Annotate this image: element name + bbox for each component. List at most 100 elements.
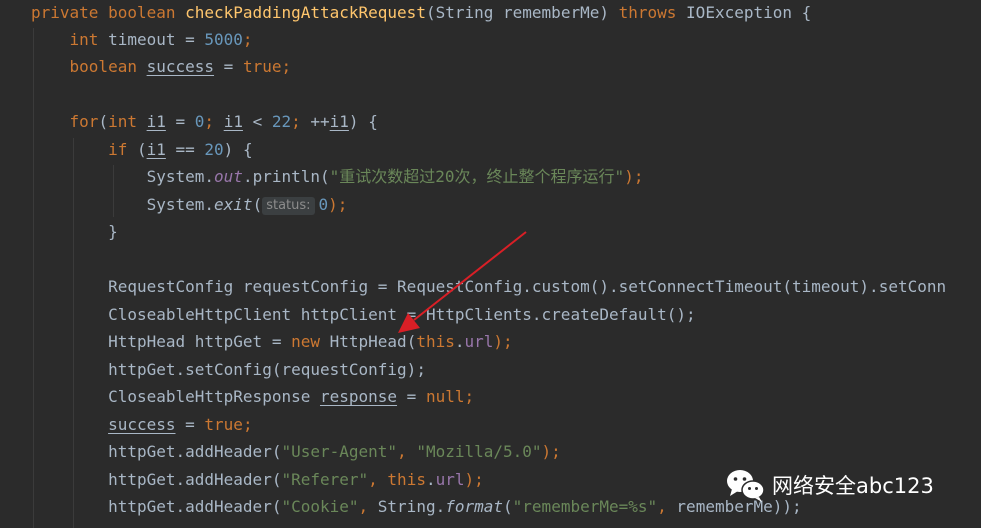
code-token: ; bbox=[291, 112, 311, 131]
code-token: 5000 bbox=[204, 30, 243, 49]
code-token: System. bbox=[31, 195, 215, 214]
code-token: "User-Agent" bbox=[281, 442, 398, 461]
code-token: == bbox=[165, 140, 205, 159]
code-token: i1 bbox=[223, 112, 243, 131]
code-token: int bbox=[108, 112, 147, 131]
code-token: System. bbox=[31, 167, 215, 186]
code-token: httpGet.addHeader( bbox=[31, 442, 282, 461]
code-token: ( bbox=[252, 195, 263, 214]
code-token: ); bbox=[464, 470, 484, 489]
code-token: this bbox=[387, 470, 426, 489]
code-token: null bbox=[425, 387, 465, 406]
code-token: 20 bbox=[204, 140, 224, 159]
code-token: httpGet.addHeader( bbox=[31, 470, 282, 489]
code-token: ) { bbox=[223, 140, 253, 159]
code-token: . bbox=[454, 332, 465, 351]
code-token: success bbox=[108, 415, 176, 434]
code-token: } bbox=[31, 222, 118, 241]
code-token: ( bbox=[136, 140, 147, 159]
code-token: ( bbox=[503, 497, 513, 516]
code-token: private boolean bbox=[31, 3, 186, 22]
code-token: ; bbox=[464, 387, 475, 406]
code-token: 0 bbox=[194, 112, 205, 131]
code-token: .println( bbox=[242, 167, 330, 186]
code-token: = bbox=[165, 112, 195, 131]
code-line[interactable]: HttpHead httpGet = new HttpHead(this.url… bbox=[31, 328, 513, 355]
code-token: url bbox=[435, 470, 465, 489]
code-token: boolean bbox=[69, 57, 147, 76]
code-token: this bbox=[416, 332, 455, 351]
code-line[interactable]: boolean success = true; bbox=[31, 53, 292, 80]
code-token: CloseableHttpClient httpClient = HttpCli… bbox=[31, 305, 696, 324]
code-token: out bbox=[214, 167, 243, 186]
code-token: throws bbox=[618, 3, 687, 22]
code-line[interactable]: System.out.println("重试次数超过20次，终止整个程序运行")… bbox=[31, 163, 644, 190]
code-line[interactable]: success = true; bbox=[31, 411, 253, 438]
code-token: timeout = bbox=[108, 30, 205, 49]
code-token: i1 bbox=[329, 112, 349, 131]
code-token: ; bbox=[242, 415, 253, 434]
code-token: , bbox=[358, 497, 378, 516]
code-token: response bbox=[319, 387, 398, 406]
parameter-hint: status: bbox=[262, 197, 315, 215]
code-token: httpGet.addHeader( bbox=[31, 497, 282, 516]
code-token: httpGet.setConfig(requestConfig); bbox=[31, 360, 426, 379]
code-token: . bbox=[425, 470, 436, 489]
code-line[interactable]: if (i1 == 20) { bbox=[31, 136, 253, 163]
code-line[interactable]: httpGet.addHeader("Referer", this.url); bbox=[31, 466, 484, 493]
code-token: ); bbox=[541, 442, 561, 461]
code-token: exit bbox=[214, 195, 253, 214]
code-token: ; bbox=[281, 57, 292, 76]
code-line[interactable]: for(int i1 = 0; i1 < 22; ++i1) { bbox=[31, 108, 378, 135]
code-line[interactable]: } bbox=[31, 218, 118, 245]
code-token: (String rememberMe) bbox=[425, 3, 619, 22]
code-line[interactable]: System.exit(status: 0); bbox=[31, 191, 347, 218]
code-token: new bbox=[291, 332, 330, 351]
code-token: HttpHead( bbox=[329, 332, 417, 351]
code-token: = bbox=[397, 387, 426, 406]
code-token: "Referer" bbox=[281, 470, 369, 489]
code-token: , bbox=[397, 442, 417, 461]
code-line[interactable]: httpGet.addHeader("Cookie", String.forma… bbox=[31, 493, 802, 520]
code-line[interactable]: CloseableHttpClient httpClient = HttpCli… bbox=[31, 301, 696, 328]
code-token: CloseableHttpResponse bbox=[31, 387, 320, 406]
code-token: for bbox=[69, 112, 99, 131]
code-token: , bbox=[657, 497, 677, 516]
code-token: String. bbox=[377, 497, 446, 516]
code-token: 22 bbox=[271, 112, 292, 131]
code-token: ) { bbox=[348, 112, 378, 131]
code-token: ); bbox=[624, 167, 644, 186]
code-token: < bbox=[242, 112, 272, 131]
code-line[interactable]: httpGet.addHeader("User-Agent", "Mozilla… bbox=[31, 438, 561, 465]
code-token: true bbox=[242, 57, 282, 76]
code-token: ; bbox=[242, 30, 253, 49]
code-line[interactable]: httpGet.setConfig(requestConfig); bbox=[31, 356, 426, 383]
code-editor[interactable]: private boolean checkPaddingAttackReques… bbox=[0, 0, 981, 528]
code-token: if bbox=[108, 140, 137, 159]
code-token: HttpHead httpGet = bbox=[31, 332, 292, 351]
code-token: = bbox=[175, 415, 205, 434]
code-token: ( bbox=[98, 112, 109, 131]
code-token: success bbox=[146, 57, 215, 76]
code-token: = bbox=[214, 57, 243, 76]
code-token: "rememberMe=%s" bbox=[512, 497, 658, 516]
code-token: "Cookie" bbox=[281, 497, 359, 516]
code-token: ); bbox=[328, 195, 348, 214]
wechat-icon bbox=[727, 470, 765, 502]
watermark-text: 网络安全abc123 bbox=[772, 474, 934, 498]
code-token: url bbox=[464, 332, 494, 351]
code-token: ++ bbox=[310, 112, 330, 131]
code-line[interactable]: CloseableHttpResponse response = null; bbox=[31, 383, 474, 410]
code-line[interactable]: int timeout = 5000; bbox=[31, 26, 253, 53]
code-token: IOException { bbox=[686, 3, 812, 22]
code-line[interactable]: RequestConfig requestConfig = RequestCon… bbox=[31, 273, 946, 300]
code-token: true bbox=[204, 415, 243, 434]
code-token: "重试次数超过20次，终止整个程序运行" bbox=[329, 167, 625, 186]
code-line[interactable]: private boolean checkPaddingAttackReques… bbox=[31, 0, 811, 26]
code-token: ; bbox=[204, 112, 224, 131]
